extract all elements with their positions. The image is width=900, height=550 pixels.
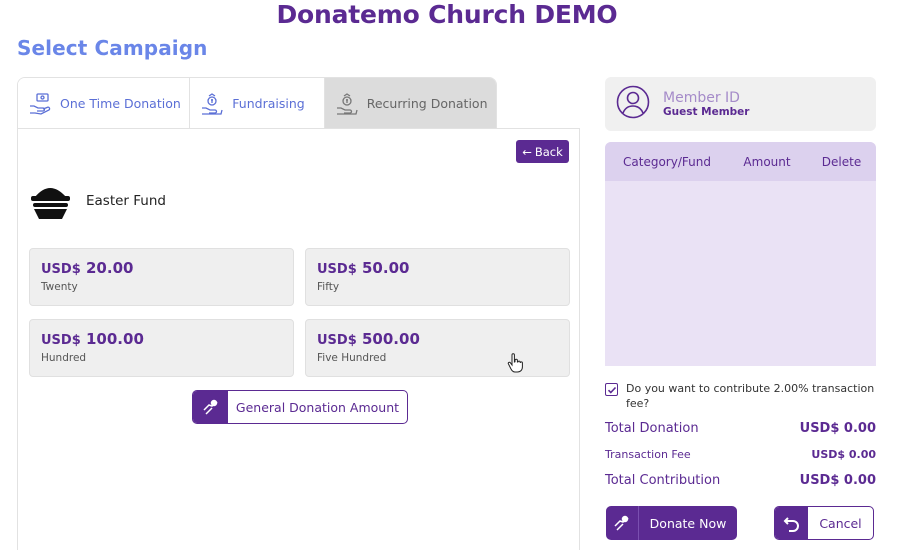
hand-cursor-icon	[507, 353, 523, 377]
total-donation-label: Total Donation	[605, 421, 699, 436]
amount-value-line: USD$ 20.00	[41, 259, 282, 277]
back-label: Back	[534, 144, 563, 159]
amount-value-line: USD$ 50.00	[317, 259, 558, 277]
amount-value: 50.00	[362, 259, 410, 277]
fund-name: Easter Fund	[86, 193, 166, 209]
amount-value-line: USD$ 100.00	[41, 330, 282, 348]
total-contribution-value: USD$ 0.00	[799, 473, 876, 488]
transaction-fee-label: Transaction Fee	[605, 448, 691, 461]
tab-recurring-donation[interactable]: Recurring Donation	[324, 78, 496, 128]
amount-option-50[interactable]: USD$ 50.00 Fifty	[305, 248, 570, 306]
tab-label: Recurring Donation	[366, 96, 488, 111]
transaction-fee-checkbox[interactable]	[605, 383, 618, 396]
amount-label: Twenty	[41, 281, 78, 293]
column-header-delete: Delete	[821, 154, 862, 169]
tab-label: Fundraising	[232, 96, 305, 111]
amount-label: Hundred	[41, 352, 87, 364]
section-title: Select Campaign	[17, 36, 208, 60]
member-info: Member ID Guest Member	[605, 77, 876, 131]
general-donation-label: General Donation Amount	[235, 399, 400, 415]
amount-currency: USD$	[317, 333, 357, 348]
cancel-label: Cancel	[819, 515, 862, 531]
tab-label: One Time Donation	[60, 96, 181, 111]
transaction-fee-row: Transaction Fee USD$ 0.00	[605, 448, 876, 461]
member-id-label: Member ID	[663, 89, 740, 106]
recurring-icon	[335, 92, 359, 116]
hand-coin-icon	[606, 506, 639, 540]
column-header-category: Category/Fund	[623, 154, 711, 169]
app-title: Donatemo Church DEMO	[276, 0, 618, 29]
amount-currency: USD$	[41, 333, 81, 348]
undo-icon	[775, 507, 808, 539]
column-header-amount: Amount	[743, 154, 791, 169]
total-donation-row: Total Donation USD$ 0.00	[605, 421, 876, 436]
cart-header: Category/Fund Amount Delete	[605, 142, 876, 181]
arrow-left-icon: ←	[522, 144, 532, 159]
tab-one-time-donation[interactable]: One Time Donation	[18, 78, 191, 128]
amount-option-500[interactable]: USD$ 500.00 Five Hundred	[305, 319, 570, 377]
hand-money-icon	[28, 92, 52, 116]
amount-value: 100.00	[86, 330, 144, 348]
easter-basket-icon	[29, 181, 72, 221]
hand-coin-icon	[193, 391, 228, 423]
amount-option-20[interactable]: USD$ 20.00 Twenty	[29, 248, 294, 306]
tab-fundraising[interactable]: Fundraising	[190, 78, 325, 128]
campaign-tabs: One Time Donation Fundraising Recurring …	[17, 77, 497, 128]
donation-cart: Category/Fund Amount Delete	[605, 142, 876, 366]
total-donation-value: USD$ 0.00	[799, 421, 876, 436]
fund-header: Easter Fund	[29, 181, 166, 221]
campaign-panel: ← Back Easter Fund USD$ 20.00 Twenty USD…	[17, 128, 580, 550]
check-icon	[607, 386, 616, 394]
donate-now-button[interactable]: Donate Now	[606, 506, 737, 540]
amount-currency: USD$	[317, 262, 357, 277]
transaction-fee-value: USD$ 0.00	[811, 448, 876, 461]
amount-value-line: USD$ 500.00	[317, 330, 558, 348]
cancel-button[interactable]: Cancel	[774, 506, 874, 540]
amount-option-100[interactable]: USD$ 100.00 Hundred	[29, 319, 294, 377]
total-contribution-label: Total Contribution	[605, 473, 721, 488]
donate-now-label: Donate Now	[649, 515, 727, 531]
amount-label: Fifty	[317, 281, 340, 293]
amount-value: 500.00	[362, 330, 420, 348]
transaction-fee-text: Do you want to contribute 2.00% transact…	[626, 382, 875, 410]
amount-value: 20.00	[86, 259, 134, 277]
back-button[interactable]: ← Back	[516, 140, 569, 163]
member-text: Member ID Guest Member	[663, 89, 750, 118]
total-contribution-row: Total Contribution USD$ 0.00	[605, 473, 876, 488]
amount-currency: USD$	[41, 262, 81, 277]
transaction-fee-option: Do you want to contribute 2.00% transact…	[605, 381, 876, 411]
fundraising-icon	[200, 92, 224, 116]
general-donation-amount-button[interactable]: General Donation Amount	[192, 390, 408, 424]
member-id-value: Guest Member	[663, 105, 750, 118]
user-circle-icon	[616, 85, 650, 123]
